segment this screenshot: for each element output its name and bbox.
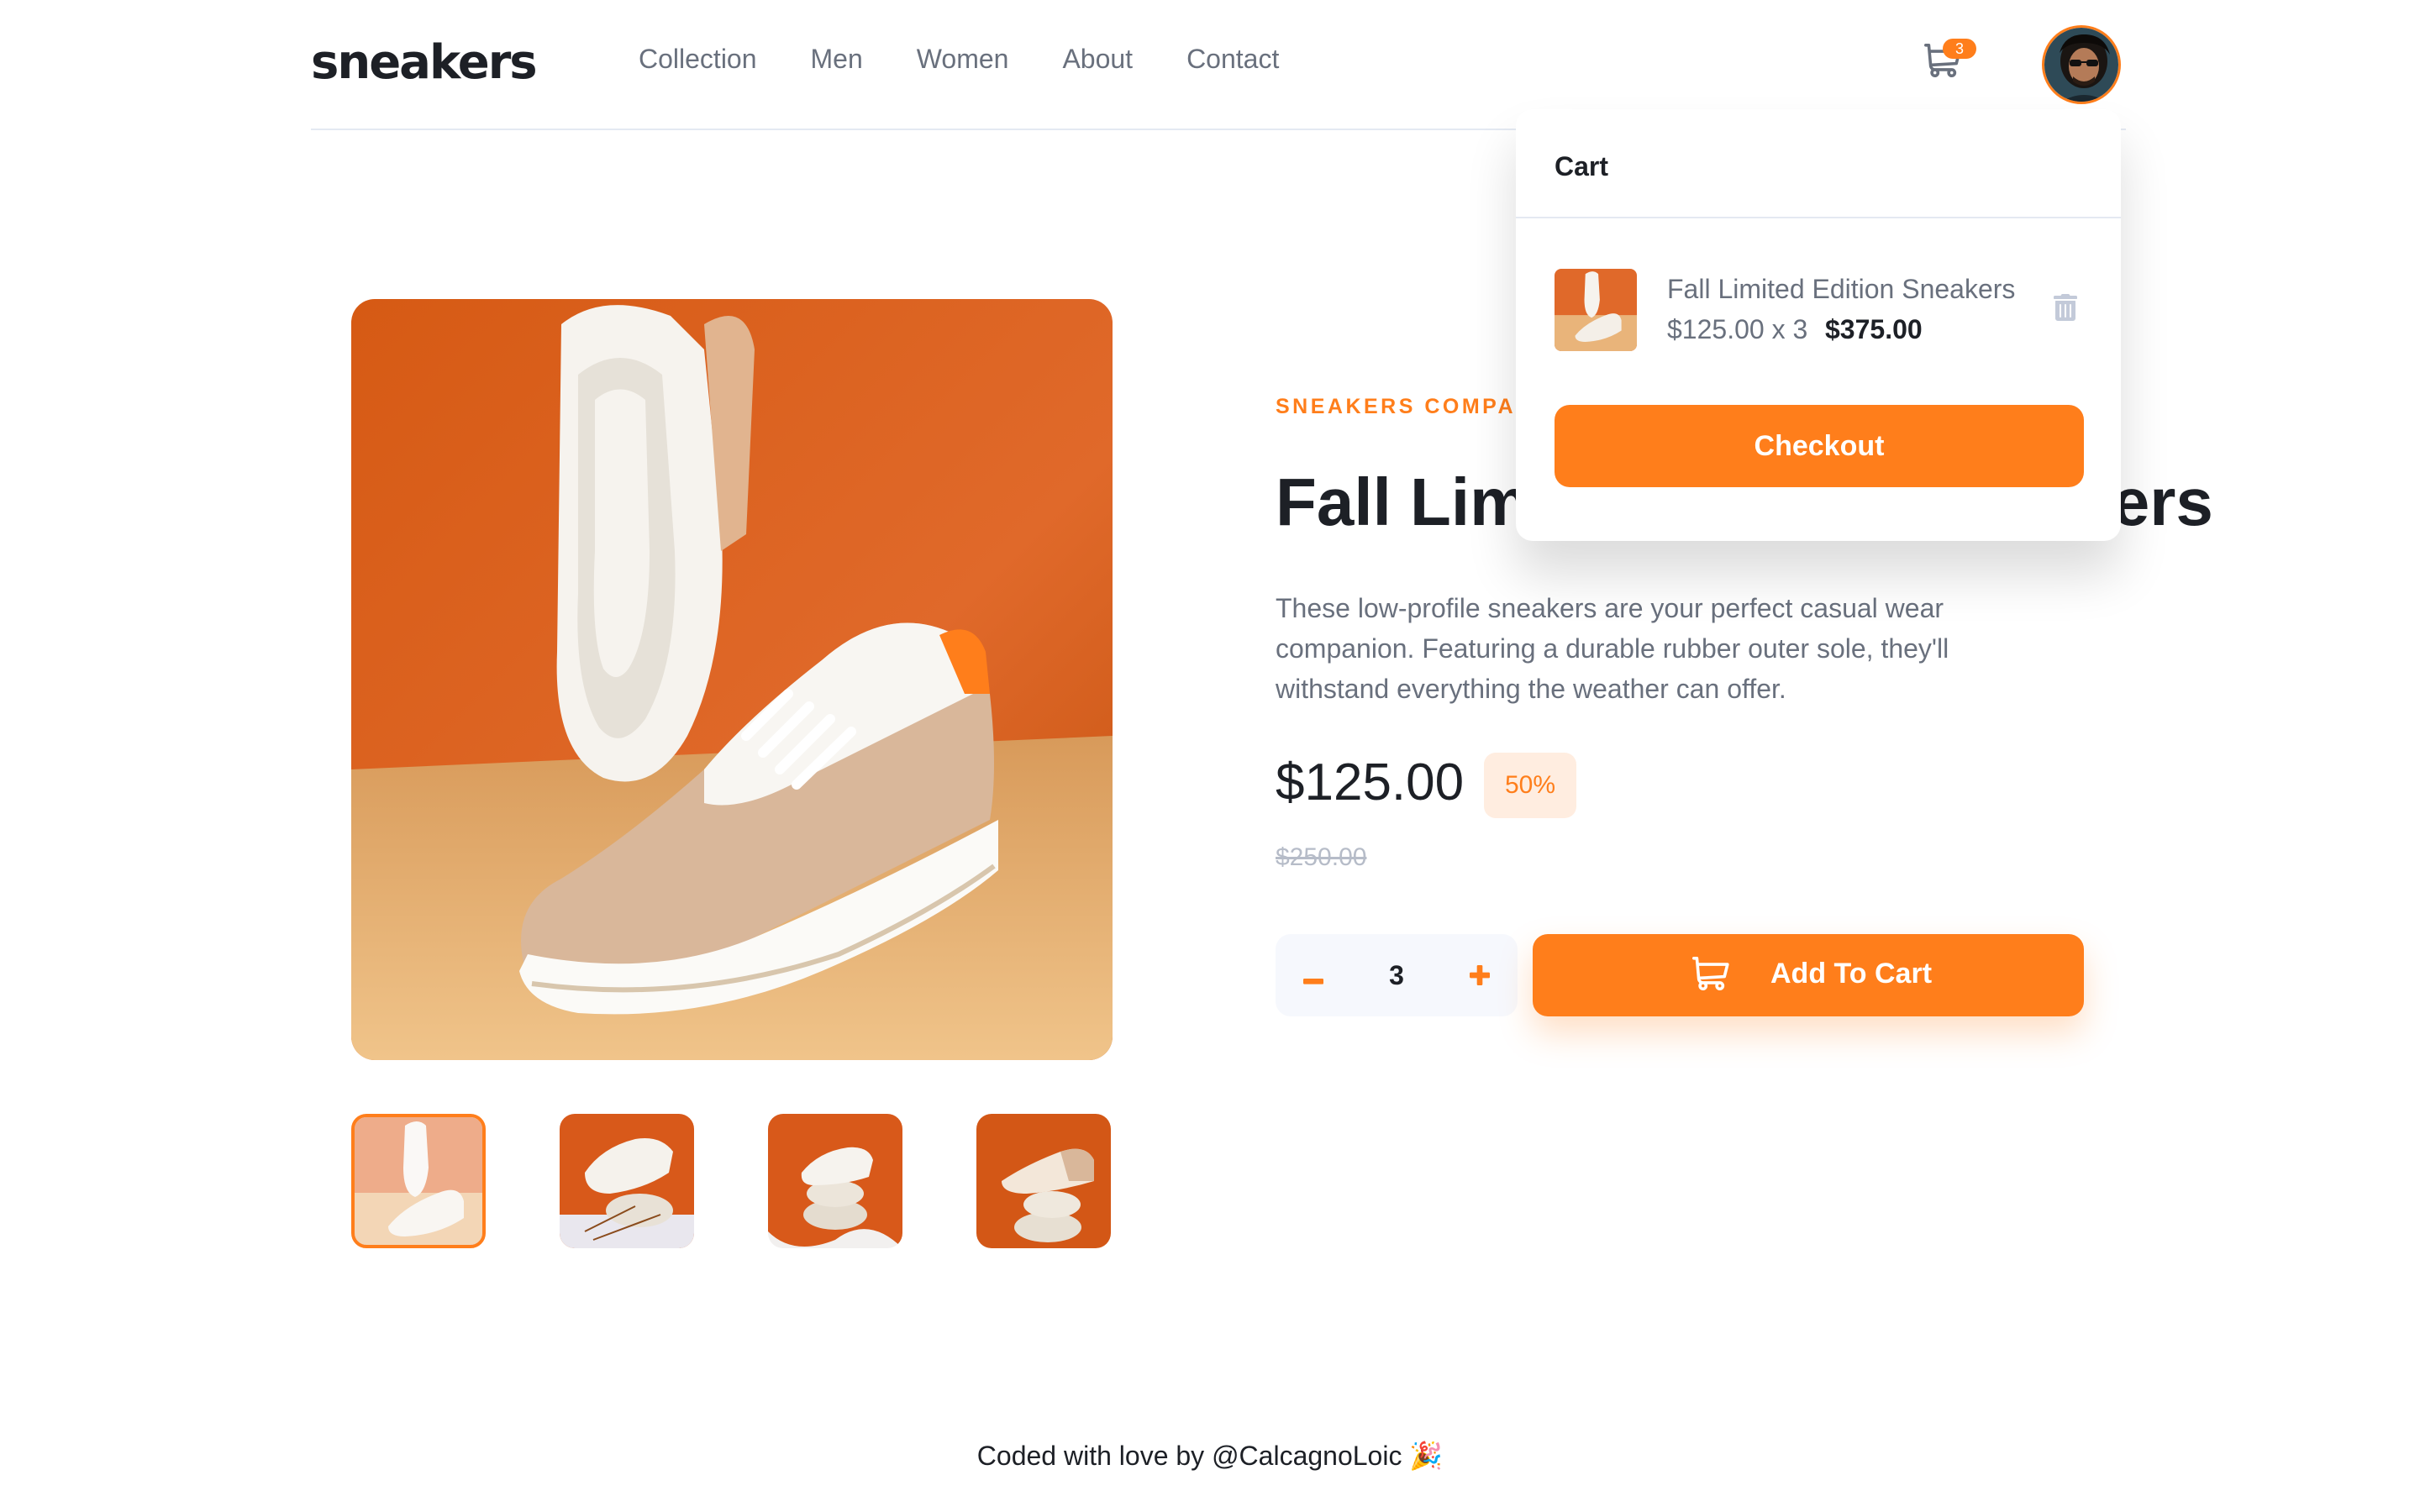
avatar-image — [2044, 28, 2118, 102]
main-nav: Collection Men Women About Contact — [639, 44, 1279, 75]
add-to-cart-label: Add To Cart — [1770, 958, 1933, 990]
logo[interactable]: sneakers — [311, 35, 538, 90]
plus-icon — [1470, 965, 1490, 986]
quantity-stepper: 3 — [1276, 934, 1518, 1016]
thumbnail-1[interactable] — [351, 1114, 486, 1248]
thumbnail-image — [768, 1114, 902, 1248]
minus-icon — [1303, 979, 1323, 984]
cart-divider — [1516, 217, 2121, 218]
thumbnail-image — [560, 1114, 694, 1248]
nav-about[interactable]: About — [1062, 44, 1133, 75]
discount-badge: 50% — [1484, 753, 1576, 818]
footer-credit: Coded with love by @CalcagnoLoic 🎉 — [976, 1441, 1444, 1471]
thumbnail-2[interactable] — [560, 1114, 694, 1248]
quantity-value: 3 — [1389, 960, 1404, 990]
thumbnail-3[interactable] — [768, 1114, 902, 1248]
company-name: SNEAKERS COMPANY — [1276, 395, 1551, 418]
nav-contact[interactable]: Contact — [1186, 44, 1279, 75]
user-avatar[interactable] — [2042, 25, 2121, 104]
cart-icon — [1692, 957, 1729, 990]
cart-item-name: Fall Limited Edition Sneakers — [1667, 274, 2016, 304]
current-price: $125.00 — [1276, 753, 1465, 811]
nav-men[interactable]: Men — [811, 44, 863, 75]
sneaker-photo — [351, 299, 1113, 1060]
cart-item-total: $375.00 — [1825, 314, 1923, 344]
checkout-button[interactable]: Checkout — [1555, 405, 2084, 487]
add-to-cart-button[interactable]: Add To Cart — [1533, 934, 2084, 1016]
trash-icon — [2054, 294, 2077, 321]
nav-women[interactable]: Women — [917, 44, 1009, 75]
cart-count-badge: 3 — [1943, 39, 1976, 59]
cart-button[interactable]: 3 — [1924, 39, 1976, 84]
cart-item-image — [1555, 269, 1637, 351]
main-product-image[interactable] — [351, 299, 1113, 1060]
increase-quantity-button[interactable] — [1442, 934, 1518, 1016]
product-description: These low-profile sneakers are your perf… — [1276, 593, 1949, 704]
decrease-quantity-button[interactable] — [1276, 934, 1351, 1016]
thumbnail-image — [976, 1114, 1111, 1248]
thumbnail-4[interactable] — [976, 1114, 1111, 1248]
thumbnail-strip — [351, 1114, 1111, 1248]
cart-title: Cart — [1555, 151, 1609, 181]
cart-dropdown: Cart Fall Limited Edition Sneakers $125.… — [1516, 109, 2121, 541]
thumbnail-image — [355, 1117, 482, 1245]
delete-item-button[interactable] — [2054, 294, 2082, 328]
cart-item-price-calc: $125.00 x 3 — [1667, 314, 1808, 344]
nav-collection[interactable]: Collection — [639, 44, 757, 75]
cart-item-thumbnail — [1555, 269, 1637, 351]
original-price: $250.00 — [1276, 843, 1367, 871]
